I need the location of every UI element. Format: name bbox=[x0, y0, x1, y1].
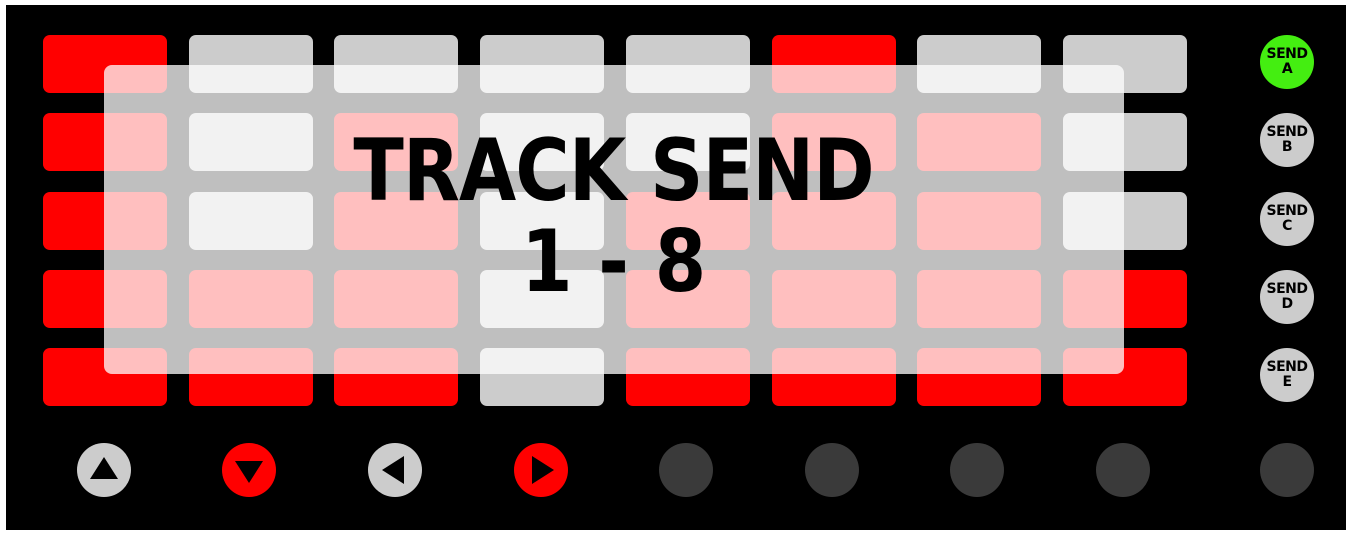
send-letter: C bbox=[1282, 218, 1292, 234]
send-label: SEND bbox=[1266, 124, 1308, 140]
send-letter: A bbox=[1281, 61, 1293, 77]
arrow-left-button[interactable] bbox=[368, 443, 422, 497]
send-b-button[interactable]: SEND B bbox=[1260, 113, 1314, 167]
send-e-button[interactable]: SEND E bbox=[1260, 348, 1314, 402]
arrow-right-button[interactable] bbox=[514, 443, 568, 497]
send-label: SEND bbox=[1266, 46, 1308, 62]
arrow-down-button[interactable] bbox=[222, 443, 276, 497]
unlit-button-9[interactable] bbox=[1260, 443, 1314, 497]
send-label: SEND bbox=[1266, 203, 1308, 219]
send-letter: B bbox=[1281, 139, 1293, 155]
unlit-button-6[interactable] bbox=[805, 443, 859, 497]
unlit-button-8[interactable] bbox=[1096, 443, 1150, 497]
arrow-down-icon bbox=[235, 461, 263, 483]
controller-screen: SEND A SEND B SEND C SEND D SEND E TRACK… bbox=[0, 0, 1350, 533]
arrow-left-icon bbox=[382, 456, 404, 484]
send-c-button[interactable]: SEND C bbox=[1260, 192, 1314, 246]
send-d-button[interactable]: SEND D bbox=[1260, 270, 1314, 324]
overlay-range: 1 - 8 bbox=[521, 211, 707, 312]
unlit-button-5[interactable] bbox=[659, 443, 713, 497]
arrow-up-button[interactable] bbox=[77, 443, 131, 497]
send-label: SEND bbox=[1266, 281, 1308, 297]
arrow-up-icon bbox=[90, 457, 118, 479]
send-a-button[interactable]: SEND A bbox=[1260, 35, 1314, 89]
mode-overlay-text: TRACK SEND 1 - 8 bbox=[104, 65, 1124, 374]
arrow-right-icon bbox=[532, 456, 554, 484]
send-letter: E bbox=[1282, 374, 1292, 390]
send-letter: D bbox=[1281, 296, 1293, 312]
unlit-button-7[interactable] bbox=[950, 443, 1004, 497]
send-label: SEND bbox=[1266, 359, 1308, 375]
overlay-title: TRACK SEND bbox=[353, 120, 875, 221]
